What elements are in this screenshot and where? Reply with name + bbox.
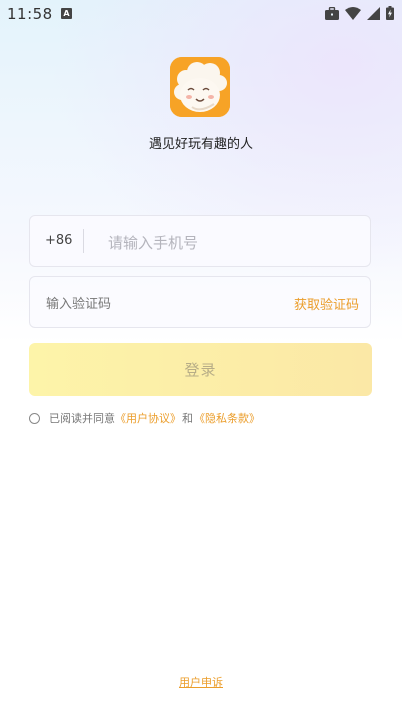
user-agreement-link[interactable]: 《用户协议》 [115, 410, 181, 426]
status-time: 11:58 [7, 5, 53, 23]
agreement-checkbox[interactable] [29, 412, 40, 424]
battery-charging-icon [386, 6, 394, 20]
field-divider [83, 229, 84, 253]
wifi-icon [345, 6, 361, 20]
footer: 用户申诉 [0, 671, 402, 690]
agreement-prefix: 已阅读并同意 [49, 412, 115, 425]
background-tint [0, 0, 402, 320]
country-code[interactable]: +86 [45, 233, 72, 248]
status-bar: 11:58 A [0, 0, 402, 28]
privacy-policy-link[interactable]: 《隐私条款》 [194, 410, 260, 426]
a-notification-icon: A [61, 8, 72, 19]
briefcase-icon [325, 6, 339, 20]
code-field[interactable]: 获取验证码 [29, 276, 371, 328]
verification-code-input[interactable] [44, 291, 228, 317]
signal-icon [367, 6, 380, 20]
login-button[interactable]: 登录 [29, 343, 372, 396]
get-code-button[interactable]: 获取验证码 [294, 294, 359, 313]
phone-input[interactable] [106, 229, 350, 257]
agreement-row: 已阅读并同意 《用户协议》 和 《隐私条款》 [29, 410, 260, 426]
app-tagline: 遇见好玩有趣的人 [148, 137, 253, 152]
phone-field[interactable]: +86 [29, 215, 371, 267]
status-icons [325, 6, 394, 20]
user-complaint-link[interactable]: 用户申诉 [179, 676, 223, 689]
agreement-and: 和 [182, 412, 193, 425]
sheep-logo-icon [170, 57, 230, 117]
